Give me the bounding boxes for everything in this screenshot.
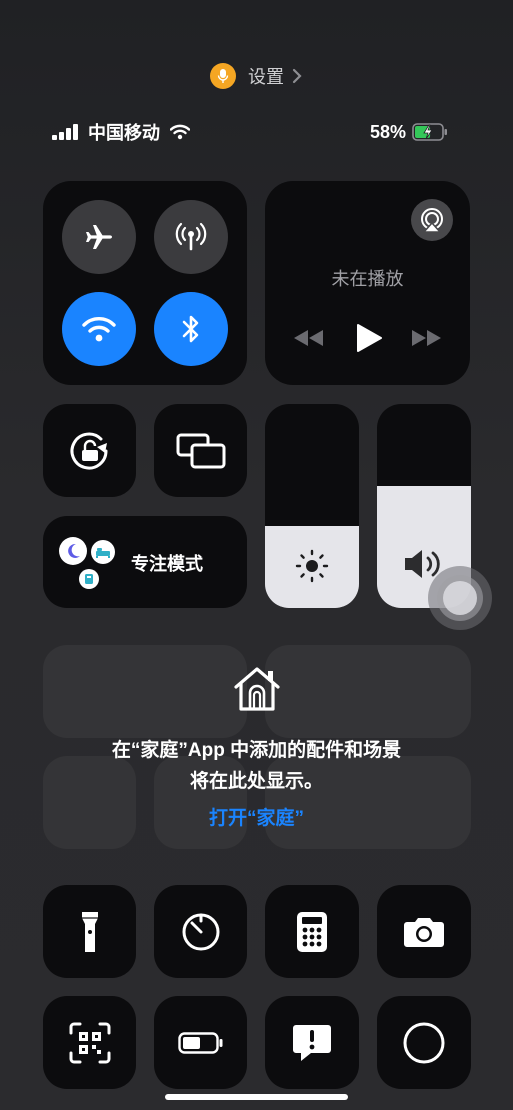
moon-icon — [59, 537, 87, 565]
sun-icon — [295, 549, 329, 583]
feedback-button[interactable] — [265, 996, 359, 1089]
play-icon — [357, 324, 382, 352]
bluetooth-button[interactable] — [154, 292, 228, 366]
settings-indicator[interactable]: 设置 — [210, 62, 310, 90]
bluetooth-icon — [182, 315, 199, 343]
fast-forward-icon — [412, 330, 441, 346]
qr-code-scanner-button[interactable] — [43, 996, 136, 1089]
now-playing-panel[interactable]: 未在播放 — [265, 181, 470, 385]
airplay-icon — [421, 208, 443, 233]
wifi-icon — [82, 317, 116, 342]
battery-charging-icon — [412, 123, 448, 141]
play-button[interactable] — [355, 323, 383, 353]
cellular-signal-icon — [52, 124, 80, 140]
timer-button[interactable] — [154, 885, 247, 978]
microphone-icon — [210, 63, 236, 89]
now-playing-status: 未在播放 — [331, 269, 404, 289]
home-message-line2: 将在此处显示。 — [189, 771, 323, 792]
screen-recording-button[interactable] — [377, 996, 471, 1089]
chevron-right-icon — [292, 68, 302, 84]
work-icon — [79, 569, 99, 589]
calculator-button[interactable] — [265, 885, 359, 978]
rewind-icon — [294, 330, 323, 346]
rotation-lock-icon — [70, 432, 107, 470]
cellular-data-button[interactable] — [154, 200, 228, 274]
connectivity-panel — [43, 181, 247, 385]
focus-mode-label: 专注模式 — [131, 554, 203, 574]
exclamation-bubble-icon — [293, 1024, 331, 1061]
airplay-button[interactable] — [411, 199, 453, 241]
settings-label: 设置 — [248, 67, 284, 87]
battery-icon — [177, 1031, 222, 1054]
camera-button[interactable] — [377, 885, 471, 978]
wifi-status-icon — [170, 124, 190, 140]
battery-percent: 58% — [370, 121, 407, 142]
assistive-touch-ring — [437, 575, 483, 621]
bed-icon — [91, 540, 115, 564]
camera-icon — [404, 917, 444, 947]
focus-icons — [55, 534, 119, 592]
status-bar-right: 58% — [370, 120, 448, 144]
low-power-mode-button[interactable] — [154, 996, 247, 1089]
antenna-icon — [175, 222, 207, 251]
carrier-name: 中国移动 — [88, 123, 160, 143]
focus-mode-button[interactable]: 专注模式 — [43, 516, 247, 608]
flashlight-icon — [81, 911, 98, 952]
timer-icon — [182, 913, 219, 950]
home-indicator[interactable] — [165, 1094, 348, 1100]
orientation-lock-button[interactable] — [43, 404, 136, 497]
open-home-link[interactable]: 打开“家庭” — [209, 803, 304, 830]
screen-mirroring-icon — [176, 433, 225, 468]
wifi-button[interactable] — [62, 292, 136, 366]
assistive-touch-dot — [443, 581, 477, 615]
calculator-icon — [297, 911, 327, 952]
assistive-touch-button[interactable] — [428, 566, 492, 630]
fast-forward-button[interactable] — [410, 328, 442, 348]
rewind-button[interactable] — [293, 328, 325, 348]
brightness-slider[interactable] — [265, 404, 359, 608]
qr-code-icon — [69, 1022, 110, 1063]
screen-mirroring-button[interactable] — [154, 404, 247, 497]
flashlight-button[interactable] — [43, 885, 136, 978]
record-circle-icon — [403, 1022, 445, 1063]
home-message-line1: 在“家庭”App 中添加的配件和场景 — [111, 740, 402, 761]
status-bar-left: 中国移动 — [52, 120, 190, 144]
home-section: 在“家庭”App 中添加的配件和场景 将在此处显示。 打开“家庭” — [0, 665, 513, 830]
home-icon — [0, 665, 513, 713]
airplane-mode-button[interactable] — [62, 200, 136, 274]
airplane-icon — [86, 225, 112, 249]
